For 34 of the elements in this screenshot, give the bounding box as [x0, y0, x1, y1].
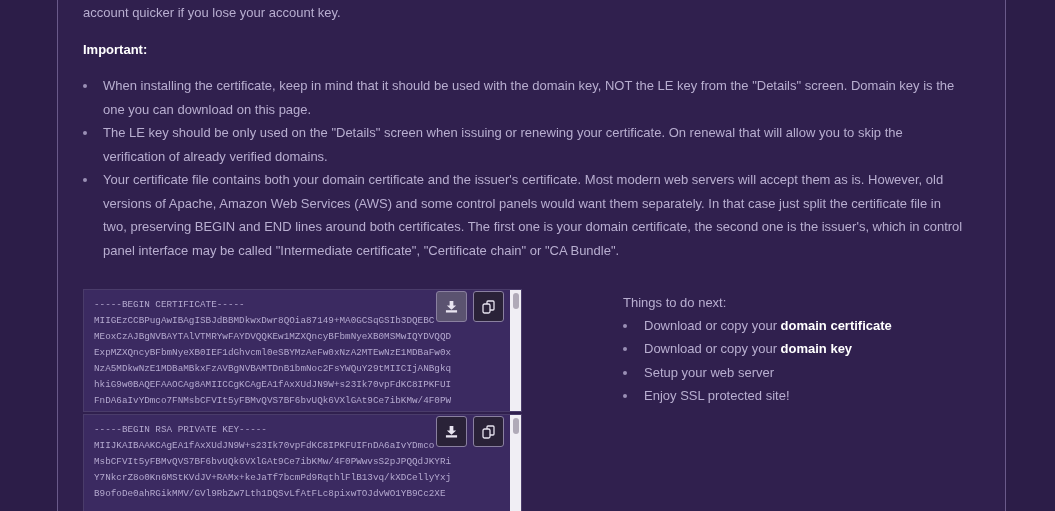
- code-line: MsbCFVIt5yFBMvQVS7BF6bvUQk6VXlGAt9Ce7ibKMw/4F0PWwvsS2pJPQQdJKYRi: [94, 455, 452, 469]
- key-text-area[interactable]: [83, 414, 522, 511]
- code-line: -----BEGIN CERTIFICATE-----: [94, 298, 245, 312]
- next-steps-title: Things to do next:: [623, 294, 727, 312]
- download-button[interactable]: [436, 291, 467, 322]
- step-text: Setup your web server: [644, 363, 775, 382]
- code-line: MIIGEzCCBPugAwIBAgISBJdBBMDkwxDwr8QOia87149+MA0GCSqGSIb3DQEBC: [94, 314, 435, 328]
- important-heading: Important:: [83, 41, 148, 59]
- note-text: The LE key should be only used on the "Details" screen when issuing or renewing your certificate. On renewal that will allow you to skip the verification of already verified domains.: [103, 124, 904, 166]
- code-line: MIIJKAIBAAKCAgEA1fAxXUdJN9W+s23Ik70vpFdKC8IPKFUIFnDA6aIvYDmco: [94, 439, 435, 453]
- download-icon: [445, 425, 458, 438]
- download-icon: [445, 300, 458, 313]
- note-text: Your certificate file contains both your domain certificate and the issuer's certificate. Most modern web servers will accept them as is. However, old versions of Apache, Amazon Web Services (AWS) and some control panels would want them separately. In that case just split the certificate file in two, preserving BEGIN and END lines around both certificates. The first one is your domain certificate, the second one is the issuer's, which in control panel interface may be called "Intermediate certificate", "Certificate chain" or "CA Bundle".: [103, 171, 963, 260]
- download-button[interactable]: [436, 416, 467, 447]
- step-text: Enjoy SSL protected site!: [644, 386, 790, 405]
- code-line: MEoxCzAJBgNVBAYTAlVTMRYwFAYDVQQKEw1MZXQncyBFbmNyeXB0MSMwIQYDVQQD: [94, 330, 452, 344]
- copy-icon: [481, 299, 496, 314]
- code-line: NzA5MDkwNzE1MDBaMBkxFzAVBgNVBAMTDnB1bmNoc2FsYWQuY29tMIICIjANBgkq: [94, 362, 452, 376]
- scrollbar[interactable]: [510, 290, 521, 411]
- note-text: When installing the certificate, keep in mind that it should be used with the domain key, NOT the LE key from the "Details" screen. Domain key is the one you can download on this page.: [103, 77, 956, 119]
- code-line: Y7NkcrZ8o0Kn6MStKVdJV+RAMx+keJaTf7bcmPd9RqthlFlB13vq/kXDCellyYxj: [94, 471, 452, 485]
- step-text: Download or copy your domain key: [644, 340, 853, 359]
- code-line: B9ofoDe0ahRGikMMV/GVl9RbZw7Lth1DQSvLfAtFLc8pixwTOJdvWO1YB9Cc2XE: [94, 487, 446, 501]
- copy-icon: [481, 424, 496, 439]
- code-line: FnDA6aIvYDmco7FNMsbCFVIt5yFBMvQVS7BF6bvUQk6VXlGAt9Ce7ibKMw/4F0PW: [94, 394, 452, 408]
- intro-text: account quicker if you lose your account key.: [83, 4, 341, 22]
- scrollbar[interactable]: [510, 415, 521, 511]
- copy-button[interactable]: [473, 291, 504, 322]
- step-text: Download or copy your domain certificate: [644, 317, 892, 335]
- certificate-text-area[interactable]: [83, 289, 522, 412]
- code-line: hkiG9w0BAQEFAAOCAg8AMIICCgKCAgEA1fAxXUdJN9W+s23Ik70vpFdKC8IPKFUI: [94, 378, 452, 392]
- code-line: -----BEGIN RSA PRIVATE KEY-----: [94, 423, 267, 437]
- code-line: ExpMZXQncyBFbmNyeXB0IEF1dGhvcml0eSBYMzAeFw0xNzA2MTEwNzE1MDBaFw0x: [94, 346, 452, 360]
- copy-button[interactable]: [473, 416, 504, 447]
